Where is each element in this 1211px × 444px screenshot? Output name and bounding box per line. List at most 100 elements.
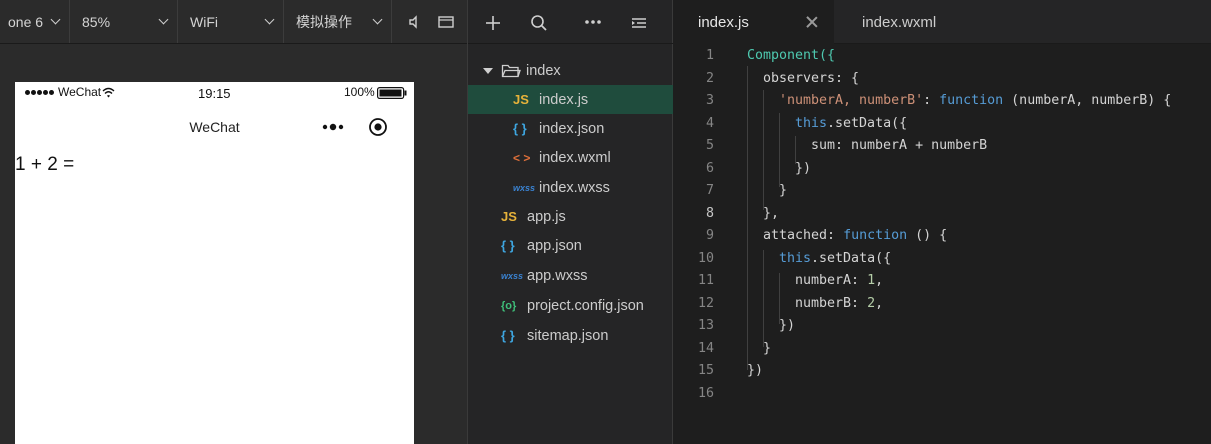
operation-select[interactable]: 模拟操作 — [284, 0, 392, 43]
tree-file[interactable]: { } sitemap.json — [468, 321, 673, 350]
tree-item-label: index.wxml — [539, 149, 611, 166]
expand-arrow-icon[interactable] — [482, 66, 494, 76]
tree-item-label: app.js — [527, 208, 566, 225]
line-number: 5 — [705, 138, 714, 153]
json-file-icon: { } — [501, 238, 515, 253]
wifi-icon — [102, 87, 115, 97]
more-options-icon[interactable] — [321, 121, 347, 133]
zoom-select[interactable]: 85% — [70, 0, 178, 43]
nav-title: WeChat — [189, 119, 240, 135]
device-select-label: one 6 — [8, 13, 44, 30]
code-line: this.setData({ — [795, 116, 908, 131]
status-time: 19:15 — [198, 86, 231, 101]
code-line: numberB: 2, — [795, 296, 884, 311]
tree-file[interactable]: {o} project.config.json — [468, 291, 673, 320]
code-editor: index.js index.wxml 1 2 3 4 5 6 7 8 9 10… — [673, 0, 1211, 444]
code-line: } — [763, 341, 772, 356]
line-number: 7 — [705, 183, 714, 198]
sum-expression: 1 + 2 = — [15, 154, 75, 175]
nav-bar: WeChat — [15, 114, 414, 140]
tree-file[interactable]: JS index.js — [468, 85, 673, 114]
line-number: 11 — [697, 273, 714, 288]
explorer-toolbar — [468, 0, 674, 44]
code-line: this.setData({ — [779, 251, 892, 266]
code-line: sum: numberA + numberB — [811, 138, 988, 153]
chevron-down-icon — [50, 14, 61, 25]
battery-label: 100% — [344, 85, 375, 99]
speaker-icon[interactable] — [404, 12, 424, 32]
carrier-label: WeChat — [58, 85, 102, 99]
collapse-all-icon[interactable] — [630, 15, 648, 31]
status-bar: WeChat 19:15 100% — [15, 82, 414, 104]
line-number: 1 — [705, 48, 714, 63]
folder-open-icon — [501, 64, 521, 77]
indent-guide — [779, 113, 780, 187]
search-icon[interactable] — [530, 14, 548, 32]
code-line: numberA: 1, — [795, 273, 884, 288]
tab-index-js[interactable]: index.js — [673, 0, 834, 44]
tree-item-label: app.wxss — [527, 267, 588, 284]
code-line: }, — [763, 206, 780, 221]
line-number: 2 — [705, 71, 714, 86]
tree-item-label: app.json — [527, 237, 582, 254]
tree-item-label: index — [526, 62, 561, 79]
wxss-file-icon: wxss — [513, 182, 536, 193]
tree-item-label: index.js — [539, 91, 589, 108]
code-line: attached: function () { — [763, 228, 948, 243]
line-number: 3 — [705, 93, 714, 108]
tree-file[interactable]: JS app.js — [468, 202, 673, 231]
tree-item-label: project.config.json — [527, 297, 644, 314]
zoom-select-label: 85% — [82, 13, 111, 30]
code-area[interactable]: 1 2 3 4 5 6 7 8 9 10 11 12 13 14 15 16 C… — [673, 44, 1211, 444]
close-capsule-icon[interactable] — [368, 117, 388, 137]
code-line: }) — [779, 318, 796, 333]
operation-select-label: 模拟操作 — [296, 13, 352, 30]
json-file-icon: { } — [501, 328, 515, 343]
tree-item-label: index.json — [539, 120, 605, 137]
tab-label: index.js — [698, 13, 749, 31]
tree-file[interactable]: { } index.json — [468, 114, 673, 143]
line-number: 9 — [705, 228, 714, 243]
line-number: 10 — [697, 251, 714, 266]
simulator-pane: one 6 85% WiFi 模拟操作 WeChat 19:15 100% We… — [0, 0, 467, 444]
editor-tab-bar: index.js index.wxml — [673, 0, 1211, 44]
line-number: 15 — [697, 363, 714, 378]
code-line: }) — [747, 363, 764, 378]
code-line: } — [779, 183, 788, 198]
tree-file[interactable]: < > index.wxml — [468, 143, 673, 172]
close-icon[interactable] — [806, 16, 818, 28]
more-icon[interactable] — [584, 18, 602, 26]
tree-file[interactable]: wxss index.wxss — [468, 173, 673, 202]
tree-file[interactable]: wxss app.wxss — [468, 261, 673, 290]
battery-icon — [377, 87, 407, 99]
js-file-icon: JS — [513, 92, 529, 107]
indent-guide — [763, 250, 764, 347]
tree-file[interactable]: { } app.json — [468, 231, 673, 260]
line-number: 16 — [697, 386, 714, 401]
code-line: }) — [795, 161, 812, 176]
wxss-file-icon: wxss — [501, 270, 524, 281]
simulator-toolbar: one 6 85% WiFi 模拟操作 — [0, 0, 467, 44]
network-select-label: WiFi — [190, 13, 218, 30]
tree-item-label: index.wxss — [539, 179, 610, 196]
device-select[interactable]: one 6 — [0, 0, 70, 43]
add-file-icon[interactable] — [484, 14, 502, 32]
json-file-icon: { } — [513, 121, 527, 136]
signal-indicator: WeChat — [25, 85, 115, 99]
chevron-down-icon — [158, 14, 169, 25]
code-line: observers: { — [763, 71, 860, 86]
file-explorer: index JS index.js { } index.json < > index.wxm… — [467, 0, 674, 444]
tab-index-wxml[interactable]: index.wxml — [834, 0, 984, 44]
chevron-down-icon — [264, 14, 275, 25]
config-file-icon: {o} — [501, 299, 517, 312]
wxml-file-icon: < > — [513, 150, 531, 165]
network-select[interactable]: WiFi — [178, 0, 284, 43]
tree-folder[interactable]: index — [468, 56, 673, 85]
indent-guide — [763, 90, 764, 210]
window-icon[interactable] — [436, 12, 456, 32]
line-number: 14 — [697, 341, 714, 356]
code-line: 'numberA, numberB': function (numberA, n… — [779, 93, 1172, 108]
code-line: Component({ — [747, 48, 836, 63]
chevron-down-icon — [372, 14, 383, 25]
indent-guide — [747, 66, 748, 370]
